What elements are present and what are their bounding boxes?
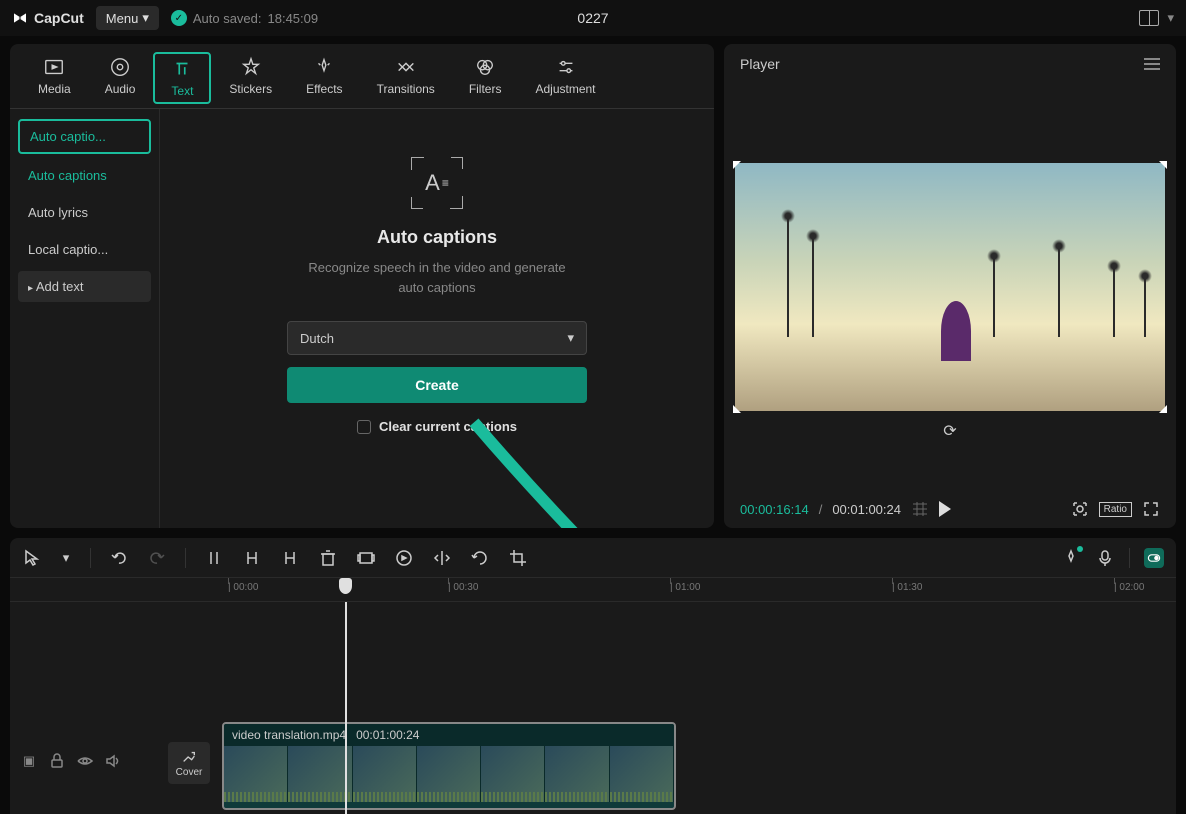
crop-tool[interactable]	[508, 548, 528, 568]
check-icon: ✓	[171, 10, 187, 26]
stickers-icon	[240, 56, 262, 78]
track-collapse-icon[interactable]: ▣	[20, 752, 38, 770]
auto-captions-panel: A≡ Auto captions Recognize speech in the…	[160, 109, 714, 528]
player-controls: 00:00:16:14 / 00:01:00:24 Ratio	[724, 490, 1176, 528]
sidebar-item-auto-captions-parent[interactable]: Auto captio...	[18, 119, 151, 154]
player-title: Player	[740, 56, 780, 72]
cover-button[interactable]: Cover	[168, 742, 210, 784]
panel-description: Recognize speech in the video and genera…	[297, 258, 577, 297]
split-tool[interactable]	[204, 548, 224, 568]
chevron-down-icon: ▾	[567, 330, 574, 346]
mirror-tool[interactable]	[432, 548, 452, 568]
audio-icon	[109, 56, 131, 78]
tab-media[interactable]: Media	[22, 52, 87, 104]
menu-button[interactable]: Menu ▾	[96, 6, 159, 30]
play-button[interactable]	[939, 501, 951, 517]
redo-button[interactable]	[147, 548, 167, 568]
toggle-tool[interactable]	[1144, 548, 1164, 568]
undo-button[interactable]	[109, 548, 129, 568]
sidebar-item-auto-captions[interactable]: Auto captions	[18, 160, 151, 191]
adjustment-icon	[555, 56, 577, 78]
cursor-tool[interactable]	[22, 548, 42, 568]
playhead[interactable]	[345, 602, 347, 814]
layout-icon[interactable]	[1139, 10, 1159, 26]
effects-icon	[313, 56, 335, 78]
clip-thumbnails	[224, 746, 674, 802]
capcut-logo-icon	[12, 10, 28, 26]
reverse-tool[interactable]	[394, 548, 414, 568]
ratio-button[interactable]: Ratio	[1099, 502, 1132, 517]
topbar: CapCut Menu ▾ ✓ Auto saved: 18:45:09 022…	[0, 0, 1186, 36]
speaker-icon[interactable]	[104, 752, 122, 770]
app-logo: CapCut	[12, 10, 84, 26]
lock-icon[interactable]	[48, 752, 66, 770]
filters-icon	[474, 56, 496, 78]
checkbox-icon	[357, 420, 371, 434]
eye-icon[interactable]	[76, 752, 94, 770]
mic-tool[interactable]	[1095, 548, 1115, 568]
media-tabs: Media Audio Text Stickers Effects Transi…	[10, 44, 714, 109]
chevron-down-icon[interactable]: ▾	[1167, 10, 1174, 26]
sidebar-item-auto-lyrics[interactable]: Auto lyrics	[18, 197, 151, 228]
video-clip[interactable]: video translation.mp4 00:01:00:24	[222, 722, 676, 810]
timeline: ▾ | 00:00 | 00:30 | 01:00	[10, 538, 1176, 814]
video-preview: ⟳	[735, 163, 1165, 411]
chevron-down-icon[interactable]: ▾	[60, 548, 72, 568]
tab-text[interactable]: Text	[153, 52, 211, 104]
app-name: CapCut	[34, 10, 84, 26]
trim-left-tool[interactable]	[242, 548, 262, 568]
chevron-down-icon: ▾	[142, 10, 149, 26]
panel-title: Auto captions	[377, 227, 497, 248]
create-button[interactable]: Create	[287, 367, 587, 403]
tab-effects[interactable]: Effects	[290, 52, 358, 104]
language-select[interactable]: Dutch ▾	[287, 321, 587, 355]
timeline-ruler[interactable]: | 00:00 | 00:30 | 01:00 | 01:30 | 02:00	[10, 578, 1176, 602]
tab-stickers[interactable]: Stickers	[213, 52, 288, 104]
time-current: 00:00:16:14	[740, 502, 809, 517]
frame-tool[interactable]	[356, 548, 376, 568]
player-panel: Player ⟳ 00:00:16:14 / 00:01:00:24	[724, 44, 1176, 528]
tab-transitions[interactable]: Transitions	[361, 52, 451, 104]
time-total: 00:01:00:24	[832, 502, 901, 517]
media-icon	[43, 56, 65, 78]
tab-audio[interactable]: Audio	[89, 52, 152, 104]
sidebar-item-add-text[interactable]: Add text	[18, 271, 151, 302]
trim-right-tool[interactable]	[280, 548, 300, 568]
tab-filters[interactable]: Filters	[453, 52, 518, 104]
fullscreen-icon[interactable]	[1142, 500, 1160, 518]
player-viewport[interactable]: ⟳	[724, 84, 1176, 490]
transitions-icon	[395, 56, 417, 78]
delete-tool[interactable]	[318, 548, 338, 568]
project-name: 0227	[577, 10, 608, 26]
auto-captions-icon: A≡	[413, 159, 461, 207]
left-panel: Media Audio Text Stickers Effects Transi…	[10, 44, 714, 528]
tab-adjustment[interactable]: Adjustment	[519, 52, 611, 104]
timeline-tracks[interactable]: ▣ Cover video translation.mp4 00:01:00:2…	[10, 602, 1176, 814]
clip-duration: 00:01:00:24	[356, 728, 419, 742]
rotate-tool[interactable]	[470, 548, 490, 568]
text-sidebar: Auto captio... Auto captions Auto lyrics…	[10, 109, 160, 528]
clip-filename: video translation.mp4	[232, 728, 346, 742]
autosave-status: ✓ Auto saved: 18:45:09	[171, 10, 318, 26]
sidebar-item-local-captions[interactable]: Local captio...	[18, 234, 151, 265]
effects-toggle[interactable]	[1061, 548, 1081, 568]
crop-icon[interactable]	[1071, 500, 1089, 518]
grid-icon[interactable]	[911, 500, 929, 518]
track-controls: ▣	[20, 752, 122, 770]
player-menu-icon[interactable]	[1144, 58, 1160, 70]
timeline-toolbar: ▾	[10, 538, 1176, 578]
text-icon	[171, 58, 193, 80]
reload-icon[interactable]: ⟳	[943, 421, 956, 441]
clear-captions-checkbox[interactable]: Clear current captions	[357, 419, 517, 434]
